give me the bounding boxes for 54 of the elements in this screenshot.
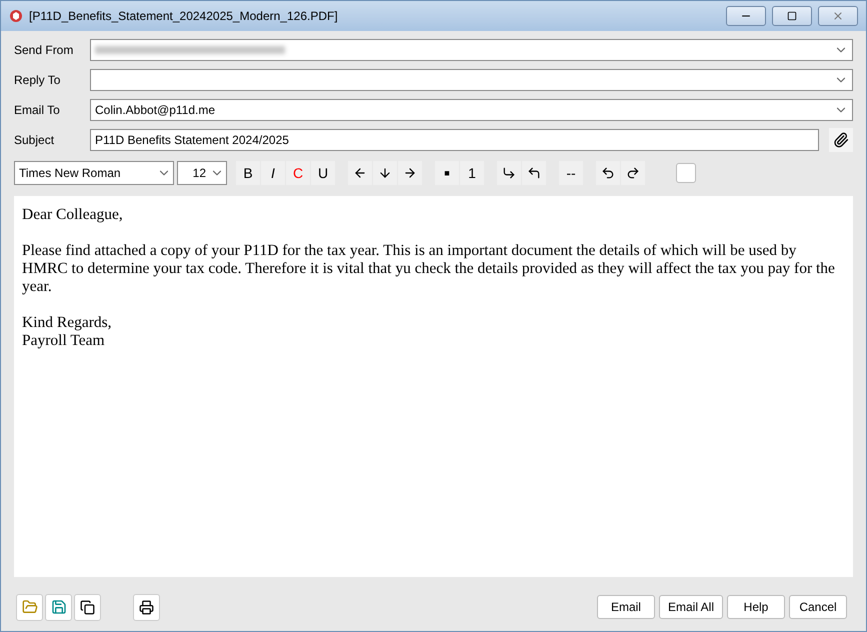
corner-arrow-icon <box>502 166 516 180</box>
dialog-button[interactable]: Cancel <box>789 595 847 619</box>
copy-button[interactable] <box>74 594 101 620</box>
list-button[interactable]: 1 <box>460 161 484 185</box>
format-button[interactable]: C <box>286 161 310 185</box>
open-button[interactable] <box>16 594 43 620</box>
maximize-icon <box>787 11 797 21</box>
dialog-button[interactable]: Help <box>727 595 785 619</box>
message-paragraph: Dear Colleague, <box>22 206 124 224</box>
paperclip-icon <box>833 132 849 148</box>
printer-icon <box>139 600 154 614</box>
maximize-button[interactable] <box>772 6 812 26</box>
outdent-button[interactable] <box>348 161 372 185</box>
format-button[interactable]: B <box>236 161 260 185</box>
input-field[interactable]: P11D Benefits Statement 2024/2025 <box>90 129 819 151</box>
save-icon <box>50 599 66 615</box>
print-button[interactable] <box>133 594 160 620</box>
combo-field[interactable] <box>90 69 853 91</box>
size-select[interactable]: 12 <box>177 161 227 185</box>
minimize-button[interactable] <box>726 6 766 26</box>
corner-left-button[interactable] <box>522 161 546 185</box>
field-label: Email To <box>14 103 61 117</box>
color-button[interactable] <box>676 163 696 183</box>
down-arrow-button[interactable] <box>373 161 397 185</box>
dialog-button[interactable]: Email <box>596 595 655 619</box>
undo-button[interactable] <box>596 161 620 185</box>
attach-button[interactable] <box>829 128 853 152</box>
close-button[interactable] <box>818 6 858 26</box>
indent-button[interactable] <box>398 161 422 185</box>
save-button[interactable] <box>45 594 72 620</box>
format-button[interactable]: U <box>311 161 335 185</box>
message-paragraph: Kind Regards, Payroll Team <box>22 314 113 350</box>
field-label: Send From <box>14 43 74 57</box>
redo-icon <box>626 166 640 180</box>
close-icon <box>832 10 844 22</box>
corner-arrow-icon <box>527 166 541 180</box>
field-label: Subject <box>14 133 56 147</box>
message-paragraph: Please find attached a copy of your P11D for the tax year. This is an important document the details of which will be used by HMRC to determine your tax code. Therefore it is vital that yu check the details provided as they will affect the tax you pay for the year. <box>22 242 836 296</box>
down-arrow-icon <box>378 166 392 180</box>
format-button[interactable]: I <box>261 161 285 185</box>
combo-field[interactable] <box>90 39 853 61</box>
window-title: [P11D_Benefits_Statement_20242025_Modern_126.PDF] <box>29 9 339 23</box>
folder-icon <box>22 599 38 615</box>
rule-button[interactable]: -- <box>559 161 583 185</box>
logo-icon <box>9 9 23 23</box>
list-button[interactable]: ■ <box>435 161 459 185</box>
copy-icon <box>80 600 95 614</box>
dialog-button[interactable]: Email All <box>658 595 723 619</box>
combo-field[interactable]: Colin.Abbot@p11d.me <box>90 99 853 121</box>
undo-icon <box>601 166 615 180</box>
font-select[interactable]: Times New Roman <box>14 161 174 185</box>
corner-right-button[interactable] <box>497 161 521 185</box>
field-label: Reply To <box>14 73 62 87</box>
redo-button[interactable] <box>621 161 645 185</box>
